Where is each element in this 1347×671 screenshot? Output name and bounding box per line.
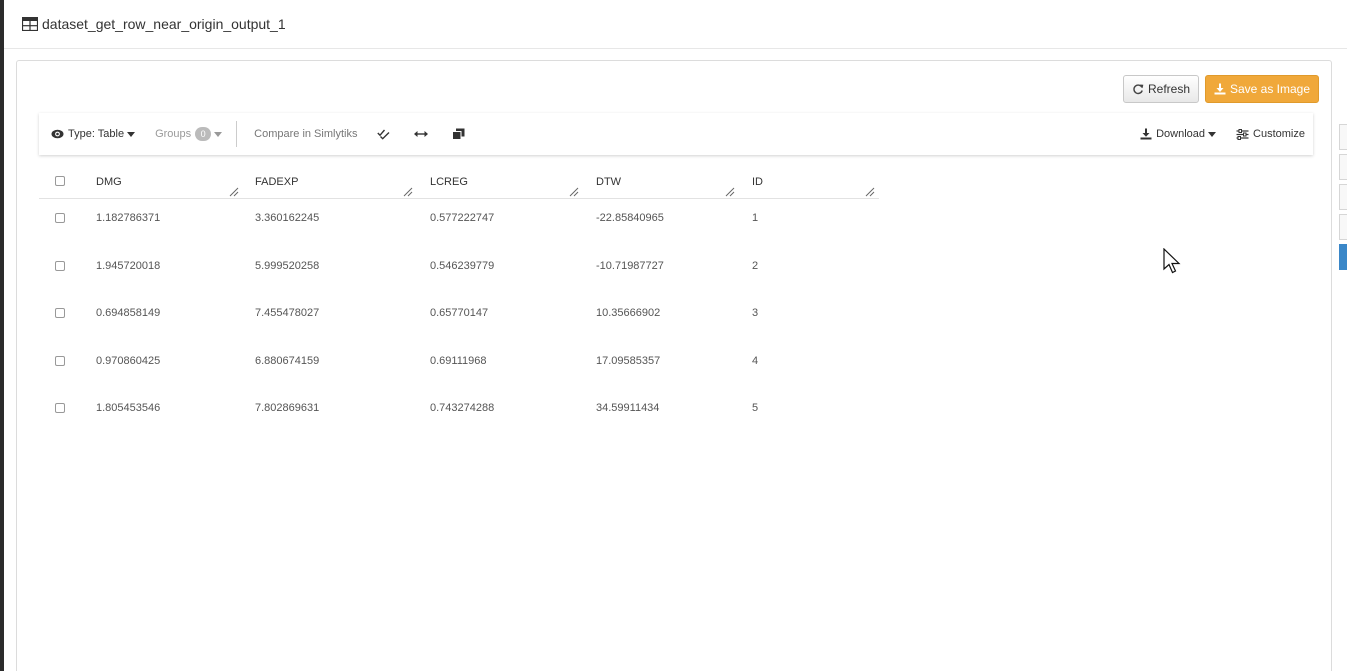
cell-lcreg: 0.65770147 [430,307,489,319]
type-label: Type: Table [68,128,125,140]
column-header-lcreg[interactable]: LCREG [430,165,468,199]
row-checkbox[interactable] [55,308,65,318]
resize-handle-icon[interactable] [569,187,579,197]
resize-handle-icon[interactable] [725,187,735,197]
side-tab-active[interactable] [1339,244,1347,270]
row-checkbox[interactable] [55,355,65,366]
save-as-image-button[interactable]: Save as Image [1205,75,1319,103]
cell-fadexp: 7.802869631 [255,402,320,414]
select-all-button[interactable] [377,113,394,155]
refresh-label: Refresh [1147,82,1191,96]
side-tab[interactable] [1339,124,1347,150]
cell-lcreg: 0.69111968 [430,354,487,367]
type-dropdown[interactable]: Type: Table [51,113,136,155]
dataset-panel: Refresh Save as Image Type: Table Groups… [16,60,1332,671]
compare-label: Compare in Simlytiks [254,128,358,140]
cell-dmg: 0.970860425 [96,354,161,367]
sliders-icon [1236,128,1249,140]
side-tab[interactable] [1339,154,1347,180]
compare-in-simlytiks-button[interactable]: Compare in Simlytiks [254,113,357,155]
cell-id: 2 [752,259,759,272]
row-checkbox[interactable] [55,403,65,413]
cell-fadexp: 3.360162245 [255,212,320,224]
groups-count-badge: 0 [195,127,212,141]
table-body: 1.182786371 3.360162245 0.577222747 -22.… [39,199,879,437]
cell-dmg: 1.805453546 [96,402,161,414]
chevron-down-icon [214,131,223,137]
table-row[interactable]: 1.182786371 3.360162245 0.577222747 -22.… [39,199,879,247]
table-header: DMG FADEXP LCREG DTW ID [39,165,879,199]
table-icon [22,17,38,31]
mouse-cursor-icon [1163,248,1181,274]
column-header-dmg[interactable]: DMG [96,165,122,199]
download-icon [1140,128,1152,140]
column-header-id[interactable]: ID [752,165,763,199]
groups-label: Groups [155,128,192,140]
fit-columns-button[interactable] [414,113,432,155]
side-tab-strip [1339,124,1347,274]
cell-id: 5 [752,402,759,414]
cell-dtw: 34.59911434 [596,402,660,414]
cell-dmg: 0.694858149 [96,307,161,319]
chevron-down-icon [1208,131,1217,137]
save-as-image-label: Save as Image [1229,82,1311,96]
row-checkbox[interactable] [55,213,65,223]
side-tab[interactable] [1339,214,1347,240]
resize-handle-icon[interactable] [865,187,875,197]
cell-fadexp: 7.455478027 [255,307,320,319]
row-checkbox[interactable] [55,260,65,271]
side-tab[interactable] [1339,184,1347,210]
cell-dmg: 1.182786371 [96,212,161,224]
cell-id: 3 [752,307,759,319]
groups-dropdown[interactable]: Groups 0 [155,113,223,155]
column-header-dtw[interactable]: DTW [596,165,621,199]
customize-label: Customize [1253,128,1305,140]
eye-icon [51,129,64,139]
download-dropdown[interactable]: Download [1140,113,1217,155]
title-bar: dataset_get_row_near_origin_output_1 [4,0,1347,49]
cell-dtw: -22.85840965 [596,212,664,224]
cell-lcreg: 0.546239779 [430,259,495,272]
cell-lcreg: 0.743274288 [430,402,495,414]
page-title: dataset_get_row_near_origin_output_1 [42,16,286,32]
copy-icon [452,128,465,140]
toolbar-divider [236,121,238,147]
expand-horizontal-icon [414,131,429,137]
cell-dmg: 1.945720018 [96,259,161,272]
download-label: Download [1156,128,1206,140]
table-row[interactable]: 1.805453546 7.802869631 0.743274288 34.5… [39,389,879,437]
refresh-button[interactable]: Refresh [1123,75,1199,103]
cell-lcreg: 0.577222747 [430,212,495,224]
toolbar-right-group: Download Customize [1140,113,1313,155]
chevron-down-icon [127,131,136,137]
table-toolbar: Type: Table Groups 0 Compare in Simlytik… [39,113,1313,155]
customize-button[interactable]: Customize [1236,113,1305,155]
app-window: dataset_get_row_near_origin_output_1 Ref… [0,0,1347,671]
table-row[interactable]: 0.970860425 6.880674159 0.69111968 17.09… [39,342,879,390]
cell-id: 1 [752,212,759,224]
cell-fadexp: 6.880674159 [255,354,320,367]
cell-dtw: 17.09585357 [596,354,661,367]
table-row[interactable]: 0.694858149 7.455478027 0.65770147 10.35… [39,294,879,342]
column-header-fadexp[interactable]: FADEXP [255,165,298,199]
resize-handle-icon[interactable] [403,187,413,197]
resize-handle-icon[interactable] [229,187,239,197]
table-row[interactable]: 1.945720018 5.999520258 0.546239779 -10.… [39,247,879,295]
cell-id: 4 [752,354,759,367]
window-left-edge [0,0,4,671]
check-all-icon [377,129,390,140]
download-icon [1214,83,1226,95]
select-all-checkbox[interactable] [55,176,65,186]
cell-fadexp: 5.999520258 [255,259,320,272]
cell-dtw: 10.35666902 [596,307,661,319]
copy-button[interactable] [452,113,469,155]
data-table: DMG FADEXP LCREG DTW ID 1.182786371 3.36… [39,165,879,437]
refresh-icon [1133,84,1144,95]
cell-dtw: -10.71987727 [596,259,664,272]
